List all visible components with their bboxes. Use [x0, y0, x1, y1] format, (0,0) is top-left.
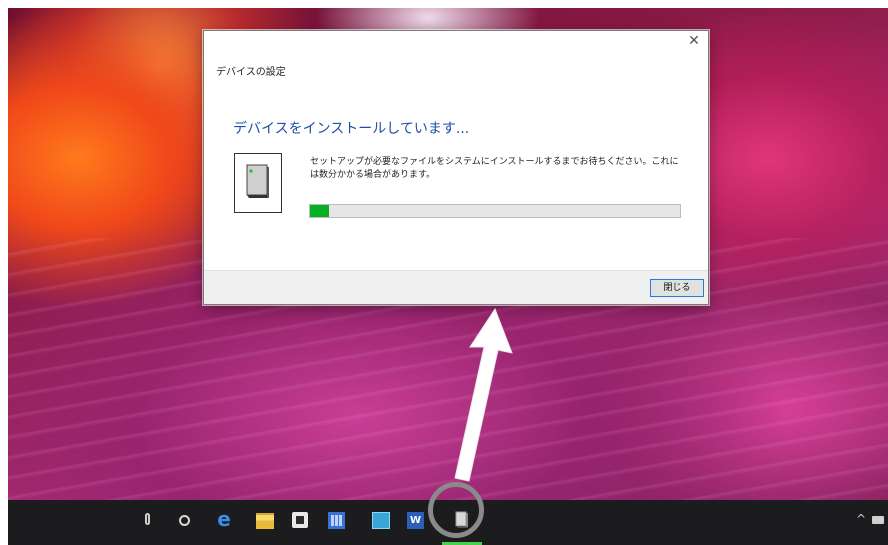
install-progress-bar	[309, 204, 681, 218]
device-icon	[234, 153, 282, 213]
word-icon[interactable]: W	[407, 512, 424, 529]
microphone-icon[interactable]	[145, 513, 150, 525]
close-button[interactable]: 閉じる	[650, 279, 704, 297]
close-icon[interactable]: ✕	[686, 33, 702, 49]
edge-browser-icon[interactable]: e	[215, 509, 233, 529]
file-explorer-icon[interactable]	[256, 513, 274, 529]
dialog-description: セットアップが必要なファイルをシステムにインストールするまでお待ちください。これ…	[310, 157, 679, 180]
calculator-icon[interactable]	[328, 512, 345, 529]
photos-icon[interactable]	[372, 512, 390, 529]
device-setup-icon[interactable]	[455, 511, 469, 529]
tray-icon[interactable]	[872, 516, 884, 524]
device-setup-dialog: ✕ デバイスの設定 デバイスをインストールしています... セットアップが必要な…	[203, 30, 709, 305]
task-view-icon[interactable]	[179, 515, 190, 526]
dialog-heading: デバイスをインストールしています...	[233, 121, 470, 137]
window-title: デバイスの設定	[216, 67, 286, 78]
chevron-up-icon[interactable]: ^	[856, 512, 866, 526]
progress-fill	[310, 205, 329, 217]
store-icon[interactable]	[292, 512, 308, 528]
taskbar: e W ^	[8, 500, 888, 545]
dialog-footer: 閉じる	[204, 270, 708, 304]
